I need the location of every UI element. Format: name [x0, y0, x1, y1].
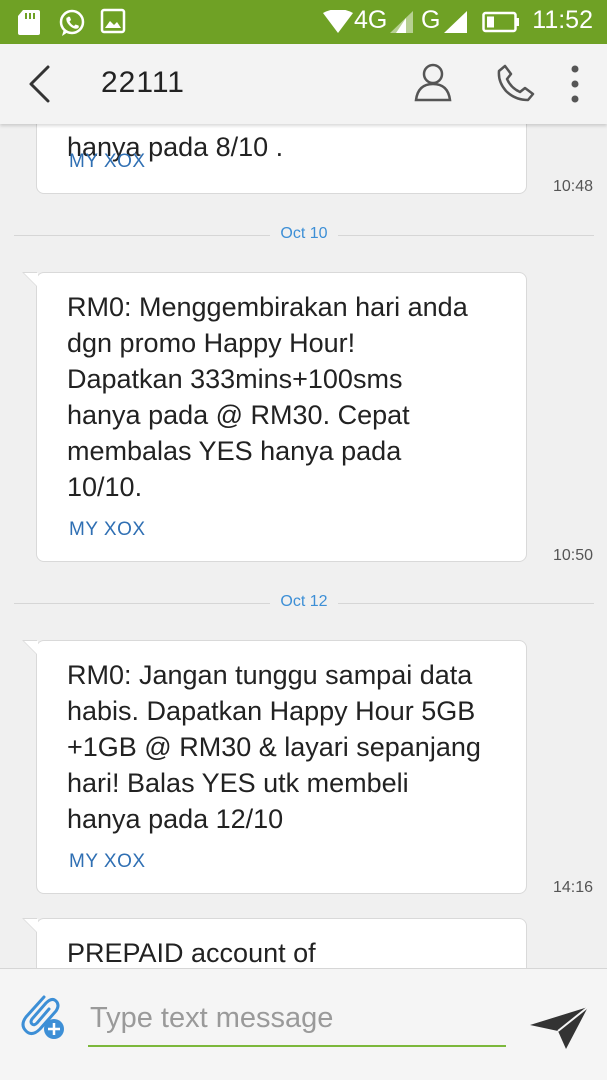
wifi-icon [323, 10, 353, 33]
message-sender: MY XOX [69, 519, 146, 540]
date-divider: Oct 12 [14, 593, 594, 613]
message-time: 10:50 [552, 547, 593, 564]
send-icon[interactable] [528, 1005, 590, 1051]
phone-icon[interactable] [497, 64, 535, 102]
message-bubble[interactable]: RM0: Menggembirakan hari anda dgn promo … [22, 272, 527, 562]
gallery-icon [100, 8, 126, 34]
message-text: PREPAID account of [67, 938, 316, 968]
date-label: Oct 12 [270, 593, 338, 610]
conversation-title: 22111 [101, 66, 185, 99]
message-bubble[interactable]: PREPAID account of [22, 918, 527, 968]
message-time: 14:16 [552, 879, 593, 896]
attach-icon[interactable] [16, 987, 68, 1043]
signal-icon-2 [444, 11, 467, 33]
message-sender: MY XOX [69, 851, 146, 872]
message-text: RM0: Menggembirakan hari anda dgn promo … [67, 292, 468, 502]
message-time: 10:48 [552, 178, 593, 195]
network-type-label: 4G [354, 6, 388, 34]
network-type-label-2: G [421, 6, 441, 34]
sd-card-icon [18, 10, 40, 35]
message-input[interactable] [88, 999, 506, 1047]
date-divider: Oct 10 [14, 225, 594, 245]
signal-icon [390, 11, 413, 33]
status-bar: 4G G 11:52 [0, 0, 607, 44]
battery-icon [482, 11, 519, 33]
compose-bar [0, 968, 607, 1080]
more-vert-icon[interactable] [570, 64, 580, 104]
message-bubble[interactable]: hanya pada 8/10 . MY XOX [36, 124, 527, 194]
message-sender: MY XOX [69, 151, 146, 172]
back-arrow-icon[interactable] [26, 64, 54, 104]
date-label: Oct 10 [270, 225, 338, 242]
message-bubble[interactable]: RM0: Jangan tunggu sampai data habis. Da… [22, 640, 527, 894]
message-text: RM0: Jangan tunggu sampai data habis. Da… [67, 660, 481, 834]
app-bar: 22111 [0, 44, 607, 124]
clock: 11:52 [532, 6, 593, 34]
whatsapp-icon [59, 9, 85, 36]
contact-icon[interactable] [414, 62, 452, 102]
message-list[interactable]: hanya pada 8/10 . MY XOX 10:48 Oct 10 RM… [0, 124, 607, 968]
